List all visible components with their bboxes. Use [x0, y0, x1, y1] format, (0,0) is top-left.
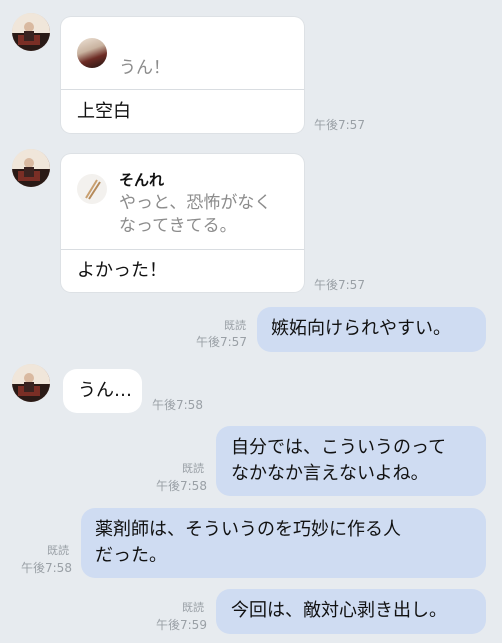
- quoted-sender-name: そんれ: [119, 171, 165, 189]
- message-text: 今回は、敵対心剥き出し。: [231, 600, 447, 621]
- quoted-message[interactable]: うん！: [61, 17, 304, 90]
- reply-card[interactable]: うん！ 上空白: [61, 17, 304, 133]
- timestamp: 午後7:57: [314, 118, 365, 132]
- message-text: 上空白: [77, 101, 131, 122]
- outgoing-bubble[interactable]: 今回は、敵対心剥き出し。: [216, 589, 486, 634]
- message-text: よかった！: [77, 260, 167, 281]
- timestamp: 午後7:58: [21, 561, 72, 575]
- avatar[interactable]: [12, 364, 50, 402]
- outgoing-bubble[interactable]: 自分では、こういうのって なかなか言えないよね。: [216, 426, 486, 496]
- message-text: 自分では、こういうのって なかなか言えないよね。: [231, 437, 447, 484]
- avatar[interactable]: [12, 13, 50, 51]
- chat-screen: { "messages": [ {"quote_text": "うん！", "t…: [0, 0, 502, 643]
- message-text: 嫉妬向けられやすい。: [271, 318, 451, 339]
- incoming-bubble[interactable]: うん…: [63, 369, 142, 413]
- quoted-text: やっと、恐怖がなく なってきてる。: [119, 193, 272, 236]
- quoted-avatar: [77, 38, 107, 68]
- timestamp: 午後7:58: [156, 479, 207, 493]
- read-receipt: 既読: [182, 462, 204, 475]
- quoted-text: うん！: [119, 58, 170, 78]
- reply-card[interactable]: そんれ やっと、恐怖がなく なってきてる。 よかった！: [61, 154, 304, 292]
- timestamp: 午後7:58: [152, 398, 203, 412]
- avatar[interactable]: [12, 149, 50, 187]
- timestamp: 午後7:57: [314, 278, 365, 292]
- read-receipt: 既読: [47, 544, 69, 557]
- message-text: 薬剤師は、そういうのを巧妙に作る人 だった。: [95, 519, 401, 566]
- read-receipt: 既読: [182, 601, 204, 614]
- outgoing-bubble[interactable]: 薬剤師は、そういうのを巧妙に作る人 だった。: [81, 508, 486, 578]
- timestamp: 午後7:57: [196, 335, 247, 349]
- read-receipt: 既読: [224, 319, 246, 332]
- quoted-avatar: [77, 174, 107, 204]
- outgoing-bubble[interactable]: 嫉妬向けられやすい。: [257, 307, 486, 352]
- quoted-message[interactable]: そんれ やっと、恐怖がなく なってきてる。: [61, 154, 304, 250]
- timestamp: 午後7:59: [156, 618, 207, 632]
- message-text: うん…: [78, 380, 132, 401]
